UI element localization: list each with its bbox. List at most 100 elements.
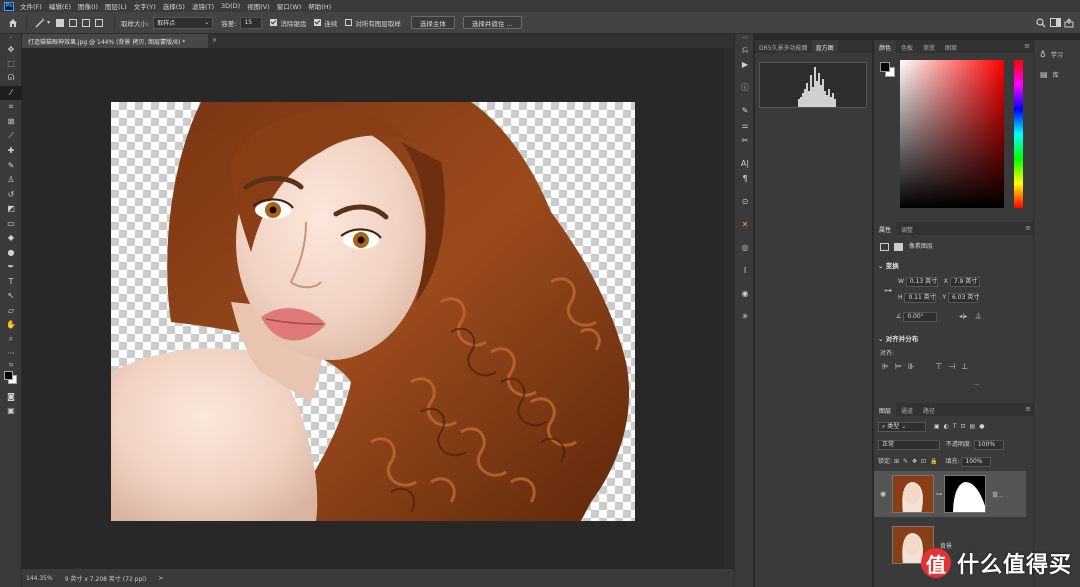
- quick-mask-icon[interactable]: ◙: [0, 389, 22, 404]
- color-panel-foreground-swatch[interactable]: [880, 62, 890, 72]
- panel-menu-icon[interactable]: ≡: [1025, 405, 1031, 413]
- align-heading[interactable]: ⌄ 对齐并分布: [878, 333, 918, 343]
- plugin-star-icon[interactable]: ✳: [735, 309, 755, 324]
- brush-tool-icon[interactable]: ✎: [0, 158, 22, 173]
- menu-file[interactable]: 文件(F): [20, 1, 42, 11]
- info-icon[interactable]: ⓘ: [735, 80, 755, 95]
- close-icon[interactable]: ×: [212, 37, 217, 44]
- crop-tool-icon[interactable]: ⌗: [0, 100, 22, 115]
- tab-channels[interactable]: 通道: [896, 403, 918, 416]
- align-vcenter-icon[interactable]: ⊣: [948, 362, 961, 371]
- eye-icon[interactable]: ◉: [874, 490, 892, 498]
- flip-vertical-icon[interactable]: ⏅: [975, 313, 981, 320]
- healing-brush-tool-icon[interactable]: ✚: [0, 144, 22, 159]
- align-more[interactable]: ...: [974, 380, 980, 387]
- angle-input[interactable]: 0.00°: [903, 312, 938, 322]
- select-and-mask-button[interactable]: 选择并遮住 ...: [462, 16, 522, 29]
- menu-3d[interactable]: 3D(D): [221, 2, 240, 10]
- color-spectrum-field[interactable]: [900, 60, 1004, 208]
- search-icon[interactable]: [1034, 16, 1048, 30]
- x-input[interactable]: 7.9 英寸: [949, 277, 980, 287]
- width-input[interactable]: 0.13 英寸: [905, 277, 938, 287]
- align-left-icon[interactable]: ⊫: [882, 362, 895, 371]
- dodge-tool-icon[interactable]: ●: [0, 245, 22, 260]
- filter-icons[interactable]: ▣◐T⊡▤●: [934, 423, 989, 430]
- transform-heading[interactable]: ⌄ 变换: [878, 260, 899, 270]
- brush-settings-icon[interactable]: ✎: [735, 103, 755, 118]
- pen-tool-icon[interactable]: ✒: [0, 260, 22, 275]
- menu-view[interactable]: 视图(V): [247, 1, 270, 11]
- tab-color[interactable]: 颜色: [874, 40, 897, 53]
- marquee-tool-icon[interactable]: ⬚: [0, 57, 22, 72]
- eyedropper-tool-icon[interactable]: ⟋: [0, 129, 22, 144]
- flip-horizontal-icon[interactable]: ◂|▸: [959, 313, 967, 320]
- menu-help[interactable]: 帮助(H): [308, 1, 331, 11]
- stamp-tool-icon[interactable]: ♙: [0, 173, 22, 188]
- zoom-tool-icon[interactable]: ⌕: [0, 332, 22, 347]
- move-tool-icon[interactable]: ✥: [0, 42, 22, 57]
- document-canvas[interactable]: [111, 102, 635, 521]
- align-hcenter-icon[interactable]: ⊨: [895, 362, 908, 371]
- color-swatches[interactable]: [0, 369, 21, 389]
- hue-slider[interactable]: [1014, 60, 1023, 208]
- status-menu-arrow-icon[interactable]: >: [158, 575, 163, 582]
- document-tab[interactable]: 打造猫猫眼神效果.jpg @ 144% (背景 拷贝, 图层蒙版/8) *: [22, 34, 208, 48]
- plugin-circle-icon[interactable]: ◎: [735, 240, 755, 255]
- share-icon[interactable]: [1062, 16, 1076, 30]
- align-top-icon[interactable]: ⊤: [935, 362, 948, 371]
- fill-input[interactable]: 100%: [961, 457, 992, 467]
- sample-size-select[interactable]: 取样点 ⌄: [153, 16, 214, 29]
- workspace-icon[interactable]: [1048, 16, 1062, 30]
- antialias-checkbox[interactable]: [270, 19, 278, 26]
- plugin-x-icon[interactable]: ✕: [735, 217, 755, 232]
- tab-properties[interactable]: 属性: [874, 222, 897, 235]
- paragraph-icon[interactable]: ¶: [735, 171, 755, 186]
- lasso-tool-icon[interactable]: ᘏ: [0, 71, 22, 86]
- actions-play-icon[interactable]: ▶: [735, 57, 755, 72]
- menu-window[interactable]: 窗口(W): [277, 1, 302, 11]
- navigator-icon[interactable]: ⊙: [735, 194, 755, 209]
- mask-link-icon[interactable]: ⊶: [936, 491, 942, 498]
- layer-filter-select[interactable]: ⌕ 类型 ⌄: [878, 422, 926, 432]
- tab-adjustments[interactable]: 调整: [896, 222, 918, 235]
- tab-gradients[interactable]: 渐变: [918, 40, 940, 53]
- menu-type[interactable]: 文字(Y): [134, 1, 156, 11]
- align-bottom-icon[interactable]: ⊥: [961, 362, 974, 371]
- tab-swatches[interactable]: 色板: [896, 40, 918, 53]
- contiguous-checkbox[interactable]: [314, 19, 322, 26]
- frame-tool-icon[interactable]: ⊠: [0, 115, 22, 130]
- more-tools-icon[interactable]: ···: [0, 347, 22, 362]
- plugin-i-icon[interactable]: Ⅰ: [735, 263, 755, 278]
- vertical-scrollbar[interactable]: [724, 48, 734, 569]
- menu-select[interactable]: 选择(S): [163, 1, 185, 11]
- layer-mask-thumbnail[interactable]: [944, 475, 986, 513]
- screen-mode-icon[interactable]: ▣: [0, 404, 22, 419]
- history-icon[interactable]: ⎌: [735, 42, 755, 57]
- y-input[interactable]: 6.03 英寸: [947, 293, 979, 303]
- tool-presets-icon[interactable]: ✂: [735, 133, 755, 148]
- align-right-icon[interactable]: ⊪: [908, 362, 921, 371]
- path-selection-tool-icon[interactable]: ↖: [0, 289, 22, 304]
- subtract-selection-icon[interactable]: [82, 18, 91, 27]
- menu-layer[interactable]: 图层(L): [105, 1, 127, 11]
- history-brush-tool-icon[interactable]: ↺: [0, 187, 22, 202]
- intersect-selection-icon[interactable]: [95, 18, 104, 27]
- adjustments-icon[interactable]: ⚌: [735, 118, 755, 133]
- plugin-camera-icon[interactable]: ◉: [735, 286, 755, 301]
- link-icon[interactable]: ⊶: [884, 286, 892, 295]
- swap-colors-icon[interactable]: ⇆: [0, 361, 22, 369]
- zoom-level[interactable]: 144.35%: [26, 575, 53, 582]
- panel-menu-icon[interactable]: ≡: [1025, 224, 1031, 232]
- magic-wand-icon[interactable]: [33, 16, 47, 30]
- select-subject-button[interactable]: 选择主体: [410, 16, 455, 29]
- blur-tool-icon[interactable]: ◆: [0, 231, 22, 246]
- panel-menu-icon[interactable]: ≡: [1024, 42, 1030, 50]
- character-icon[interactable]: A|: [735, 156, 755, 171]
- layer-row[interactable]: ◉ ⊶ 背...: [874, 471, 1026, 517]
- home-icon[interactable]: [6, 16, 20, 30]
- new-selection-icon[interactable]: [56, 18, 65, 27]
- learn-button[interactable]: ♁ 学习: [1034, 44, 1080, 64]
- blend-mode-select[interactable]: 正常: [878, 440, 940, 450]
- opacity-input[interactable]: 100%: [973, 440, 1004, 450]
- magic-wand-tool-icon[interactable]: ⁄: [0, 85, 22, 100]
